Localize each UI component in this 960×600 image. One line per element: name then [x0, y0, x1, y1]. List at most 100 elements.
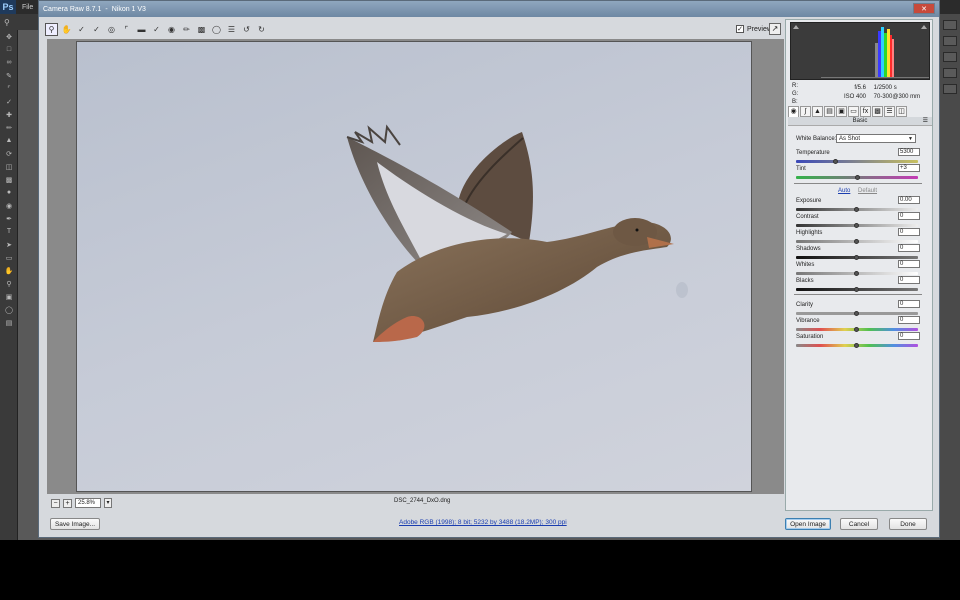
path-select-icon[interactable]: ➤	[0, 238, 18, 251]
zoom-icon[interactable]: ⚲	[45, 22, 58, 36]
zoom-level[interactable]: 25.8%	[75, 498, 101, 508]
saturation-value[interactable]: 0	[898, 332, 920, 340]
radial-filter-icon[interactable]: ◯	[210, 23, 223, 36]
contrast-slider[interactable]	[796, 222, 918, 228]
crop-tool-icon[interactable]: ⌜	[0, 82, 18, 95]
blacks-slider[interactable]	[796, 286, 918, 292]
color-sampler-icon[interactable]: ✓	[90, 23, 103, 36]
contrast-thumb[interactable]	[854, 222, 859, 228]
exposure-value[interactable]: 0.00	[898, 196, 920, 204]
quick-mask-icon[interactable]: ◯	[0, 303, 18, 316]
straighten-icon[interactable]: ▬	[135, 23, 148, 36]
close-button[interactable]: ✕	[913, 3, 935, 14]
rotate-right-icon[interactable]: ↻	[255, 23, 268, 36]
tint-thumb[interactable]	[855, 174, 861, 180]
marquee-tool-icon[interactable]: □	[0, 43, 18, 56]
open-image-button[interactable]: Open Image	[785, 518, 831, 530]
clarity-thumb[interactable]	[854, 310, 859, 316]
history-brush-icon[interactable]: ⟳	[0, 147, 18, 160]
screen-mode-icon[interactable]: ▤	[0, 316, 18, 329]
auto-link[interactable]: Auto	[838, 188, 850, 194]
preferences-icon[interactable]: ☰	[225, 23, 238, 36]
blacks-value[interactable]: 0	[898, 276, 920, 284]
vibrance-slider[interactable]	[796, 326, 918, 332]
hsl-tab-icon[interactable]: ▤	[824, 106, 835, 117]
split-toning-tab-icon[interactable]: ▣	[836, 106, 847, 117]
highlights-slider[interactable]	[796, 238, 918, 244]
panel-dock-button[interactable]	[943, 36, 957, 46]
panel-dock-button[interactable]	[943, 84, 957, 94]
highlights-value[interactable]: 0	[898, 228, 920, 236]
dodge-tool-icon[interactable]: ◉	[0, 199, 18, 212]
saturation-thumb[interactable]	[854, 342, 859, 348]
contrast-value[interactable]: 0	[898, 212, 920, 220]
preview-toggle[interactable]: ✓ Preview	[736, 25, 772, 33]
temperature-thumb[interactable]	[833, 158, 839, 164]
whites-thumb[interactable]	[854, 270, 859, 276]
shadow-clipping-warning-icon[interactable]	[793, 25, 799, 29]
move-tool-icon[interactable]: ✥	[0, 30, 18, 43]
exposure-thumb[interactable]	[854, 206, 859, 212]
done-button[interactable]: Done	[889, 518, 927, 530]
zoom-tool-icon-2[interactable]: ⚲	[0, 277, 18, 290]
spot-removal-icon[interactable]: ✓	[150, 23, 163, 36]
shadows-value[interactable]: 0	[898, 244, 920, 252]
panel-dock-button[interactable]	[943, 52, 957, 62]
shadows-slider[interactable]	[796, 254, 918, 260]
white-balance-select[interactable]: As Shot ▼	[836, 134, 916, 143]
blur-tool-icon[interactable]: ●	[0, 186, 18, 199]
fullscreen-icon[interactable]: ↗	[769, 23, 781, 35]
graduated-filter-icon[interactable]: ▩	[195, 23, 208, 36]
vibrance-thumb[interactable]	[854, 326, 859, 332]
zoom-in-button[interactable]: +	[63, 498, 72, 508]
shadows-thumb[interactable]	[854, 254, 859, 260]
whites-value[interactable]: 0	[898, 260, 920, 268]
stamp-tool-icon[interactable]: ▲	[0, 134, 18, 147]
shape-tool-icon[interactable]: ▭	[0, 251, 18, 264]
adjustment-brush-icon[interactable]: ✏	[180, 23, 193, 36]
clarity-value[interactable]: 0	[898, 300, 920, 308]
camera-calibration-tab-icon[interactable]: ▩	[872, 106, 883, 117]
exposure-slider[interactable]	[796, 206, 918, 212]
highlight-clipping-warning-icon[interactable]	[921, 25, 927, 29]
hand-icon[interactable]: ✋	[60, 23, 73, 36]
panel-menu-icon[interactable]: ☰	[923, 117, 928, 126]
snapshots-tab-icon[interactable]: ◫	[896, 106, 907, 117]
brush-tool-icon[interactable]: ✏	[0, 121, 18, 134]
eyedropper-icon[interactable]: ✓	[75, 23, 88, 36]
effects-tab-icon[interactable]: fx	[860, 106, 871, 117]
zoom-dropdown-icon[interactable]: ▾	[104, 498, 112, 508]
healing-tool-icon[interactable]: ✚	[0, 108, 18, 121]
preview-checkbox[interactable]: ✓	[736, 25, 744, 33]
tint-value[interactable]: +3	[898, 164, 920, 172]
zoom-out-button[interactable]: −	[51, 498, 60, 508]
vibrance-value[interactable]: 0	[898, 316, 920, 324]
hand-tool-icon[interactable]: ✋	[0, 264, 18, 277]
type-tool-icon[interactable]: T	[0, 225, 18, 238]
lasso-tool-icon[interactable]: ∞	[0, 56, 18, 69]
temperature-value[interactable]: 5300	[898, 148, 920, 156]
eraser-tool-icon[interactable]: ◫	[0, 160, 18, 173]
panel-dock-button[interactable]	[943, 20, 957, 30]
detail-tab-icon[interactable]: ▲	[812, 106, 823, 117]
default-link[interactable]: Default	[858, 188, 877, 194]
save-image-button[interactable]: Save Image...	[50, 518, 100, 530]
clarity-slider[interactable]	[796, 310, 918, 316]
saturation-slider[interactable]	[796, 342, 918, 348]
pen-tool-icon[interactable]: ✒	[0, 212, 18, 225]
blacks-thumb[interactable]	[854, 286, 859, 292]
basic-tab-icon[interactable]: ◉	[788, 106, 799, 117]
crop-icon[interactable]: ⌜	[120, 23, 133, 36]
workflow-options-link[interactable]: Adobe RGB (1998); 8 bit; 5232 by 3488 (1…	[399, 519, 567, 526]
gradient-tool-icon[interactable]: ▩	[0, 173, 18, 186]
photo-preview[interactable]	[76, 41, 752, 492]
whites-slider[interactable]	[796, 270, 918, 276]
zoom-tool-icon[interactable]: ⚲	[4, 18, 10, 27]
foreground-background-icon[interactable]: ▣	[0, 290, 18, 303]
cancel-button[interactable]: Cancel	[840, 518, 878, 530]
temperature-slider[interactable]	[796, 158, 918, 164]
rotate-left-icon[interactable]: ↺	[240, 23, 253, 36]
tone-curve-tab-icon[interactable]: ∫	[800, 106, 811, 117]
eyedropper-tool-icon[interactable]: ✓	[0, 95, 18, 108]
quick-select-icon[interactable]: ✎	[0, 69, 18, 82]
